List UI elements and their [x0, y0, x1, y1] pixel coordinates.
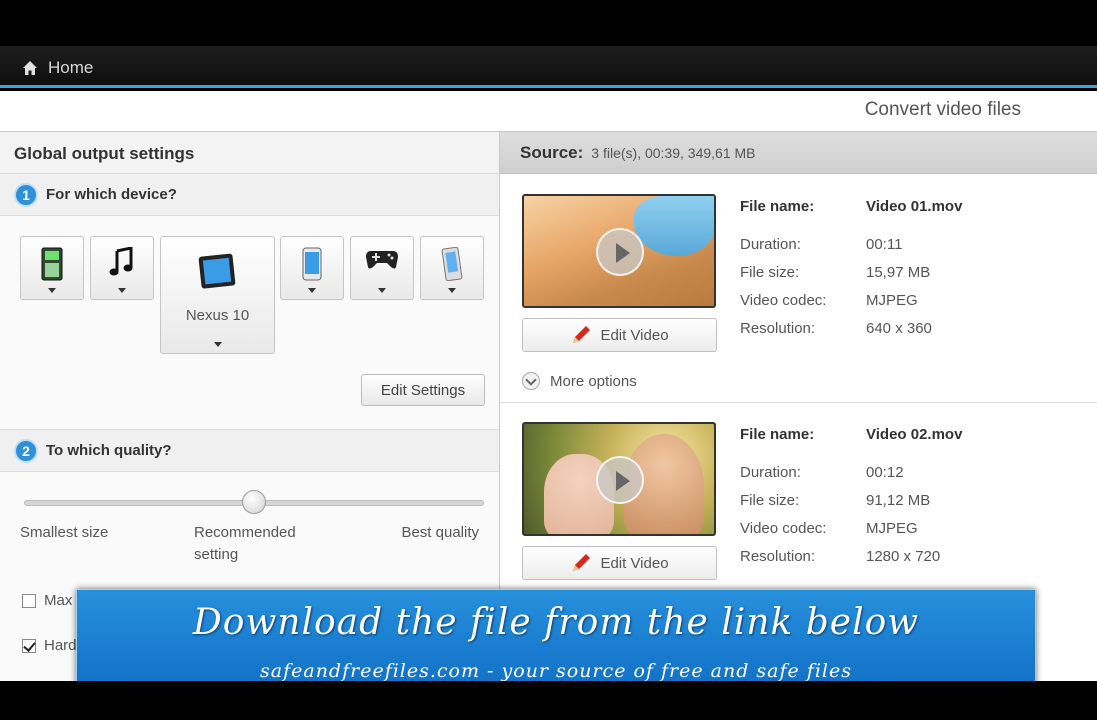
step-quality-header: 2 To which quality?: [0, 430, 499, 472]
phone-keypad-icon: [41, 247, 63, 281]
prop-file-size: File size: 91,12 MB: [740, 492, 930, 509]
prop-key: File size:: [740, 492, 800, 509]
prop-duration: Duration: 00:11: [740, 236, 902, 253]
prop-value: MJPEG: [866, 520, 918, 537]
quality-label-smallest: Smallest size: [20, 524, 109, 541]
banner-title: Download the file from the link below: [192, 602, 920, 643]
prop-value: 91,12 MB: [866, 492, 931, 509]
device-button-music[interactable]: [90, 236, 154, 300]
prop-value: 1280 x 720: [866, 548, 941, 565]
step-device-header: 1 For which device?: [0, 174, 499, 216]
step-quality-label: To which quality?: [46, 442, 172, 459]
option-label: Max: [44, 592, 73, 609]
home-button[interactable]: Home: [22, 56, 93, 80]
prop-video-codec: Video codec: MJPEG: [740, 520, 918, 537]
prop-video-codec: Video codec: MJPEG: [740, 292, 918, 309]
source-label: Source:: [520, 142, 584, 162]
checkbox[interactable]: [22, 638, 36, 653]
quality-label-best: Best quality: [401, 524, 479, 541]
option-max-checkbox[interactable]: Max: [22, 592, 72, 609]
chevron-down-icon: [213, 342, 222, 347]
source-header: Source: 3 file(s), 00:39, 349,61 MB: [500, 132, 1097, 174]
device-button-gaming[interactable]: [350, 236, 414, 300]
quality-label-recommended: Recommended setting: [194, 522, 296, 566]
quality-label-recommended-line2: setting: [194, 546, 239, 563]
edit-video-button[interactable]: Edit Video: [522, 546, 717, 580]
option-label: Hard: [44, 637, 77, 654]
step-number-badge: 1: [14, 182, 38, 207]
prop-value: 00:12: [866, 464, 904, 481]
option-hardware-checkbox[interactable]: Hard: [22, 637, 77, 654]
prop-resolution: Resolution: 1280 x 720: [740, 548, 940, 565]
thumbnail-figure: [634, 196, 714, 256]
expand-icon: [522, 372, 540, 390]
prop-file-size: File size: 15,97 MB: [740, 264, 930, 281]
device-button-phone[interactable]: [20, 236, 84, 300]
edit-video-label: Edit Video: [600, 326, 669, 344]
device-selector: Nexus 10 Edit Settings: [0, 216, 499, 430]
prop-value: 15,97 MB: [866, 264, 931, 281]
prop-key: File size:: [740, 264, 800, 281]
prop-duration: Duration: 00:12: [740, 464, 904, 481]
prop-key: Resolution:: [740, 548, 816, 565]
prop-value: MJPEG: [866, 292, 918, 309]
prop-value: Video 02.mov: [866, 426, 963, 443]
mobile-device-icon: [441, 247, 463, 281]
home-icon: [23, 61, 37, 75]
prop-file-name: File name: Video 02.mov: [740, 426, 962, 443]
step-number-badge: 2: [14, 438, 38, 463]
step-device-label: For which device?: [46, 186, 177, 203]
smartphone-icon: [302, 247, 322, 281]
pencil-icon: [573, 326, 591, 343]
file-divider: [500, 402, 1097, 403]
prop-value: 00:11: [866, 236, 903, 253]
prop-key: Duration:: [740, 464, 801, 481]
prop-value: Video 01.mov: [866, 198, 963, 215]
edit-video-label: Edit Video: [600, 554, 669, 572]
edit-settings-button[interactable]: Edit Settings: [361, 374, 485, 406]
prop-resolution: Resolution: 640 x 360: [740, 320, 932, 337]
play-icon[interactable]: [596, 228, 644, 276]
device-button-smartphone[interactable]: [280, 236, 344, 300]
prop-key: Resolution:: [740, 320, 816, 337]
prop-file-name: File name: Video 01.mov: [740, 198, 962, 215]
home-label: Home: [48, 58, 94, 77]
bottom-black-bar: [0, 681, 1097, 720]
prop-key: Video codec:: [740, 292, 827, 309]
checkbox[interactable]: [22, 593, 36, 608]
nav-bar: Home: [0, 46, 1097, 88]
edit-video-button[interactable]: Edit Video: [522, 318, 717, 352]
chevron-down-icon: [118, 288, 126, 293]
prop-value: 640 x 360: [866, 320, 932, 337]
quality-label-recommended-line1: Recommended: [194, 524, 296, 541]
prop-key: File name:: [740, 198, 815, 215]
prop-key: Duration:: [740, 236, 801, 253]
prop-key: Video codec:: [740, 520, 827, 537]
top-black-bar: [0, 0, 1097, 46]
source-info: 3 file(s), 00:39, 349,61 MB: [591, 144, 756, 161]
gamepad-icon: [366, 251, 398, 269]
prop-key: File name:: [740, 426, 815, 443]
tablet-icon: [198, 253, 235, 289]
play-icon[interactable]: [596, 456, 644, 504]
quality-slider-thumb[interactable]: [242, 490, 266, 514]
chevron-down-icon: [48, 288, 56, 293]
device-label: Nexus 10: [185, 307, 250, 324]
more-options-label: More options: [550, 372, 637, 390]
panel-title: Global output settings: [0, 132, 499, 174]
music-note-icon: [109, 247, 133, 276]
device-button-mobile[interactable]: [420, 236, 484, 300]
device-button-nexus-10[interactable]: Nexus 10: [160, 236, 275, 354]
video-thumbnail[interactable]: [522, 194, 716, 308]
more-options-toggle[interactable]: More options: [522, 372, 637, 390]
chevron-down-icon: [308, 288, 316, 293]
video-thumbnail[interactable]: [522, 422, 716, 536]
chevron-down-icon: [378, 288, 386, 293]
chevron-down-icon: [448, 288, 456, 293]
page-title: Convert video files: [864, 99, 1021, 120]
banner-subtitle: safeandfreefiles.com - your source of fr…: [260, 660, 852, 682]
pencil-icon: [573, 554, 591, 571]
